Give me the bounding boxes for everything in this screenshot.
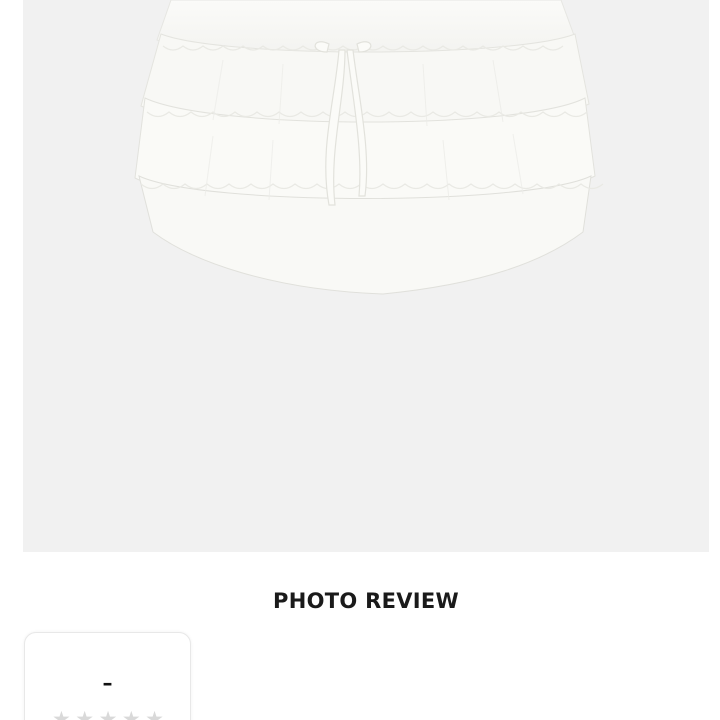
star-icon: ★ <box>52 707 71 720</box>
product-image[interactable] <box>23 0 709 552</box>
review-summary-card[interactable]: – ★ ★ ★ ★ ★ <box>24 632 191 720</box>
section-title: PHOTO REVIEW <box>273 589 459 613</box>
star-icon: ★ <box>145 707 164 720</box>
page: PHOTO REVIEW – ★ ★ ★ ★ ★ <box>0 0 720 720</box>
star-rating: ★ ★ ★ ★ ★ <box>52 709 164 720</box>
star-icon: ★ <box>98 707 118 720</box>
skirt-illustration <box>134 0 604 295</box>
rating-value: – <box>102 671 113 695</box>
star-icon: ★ <box>75 707 95 720</box>
star-icon: ★ <box>121 707 141 720</box>
